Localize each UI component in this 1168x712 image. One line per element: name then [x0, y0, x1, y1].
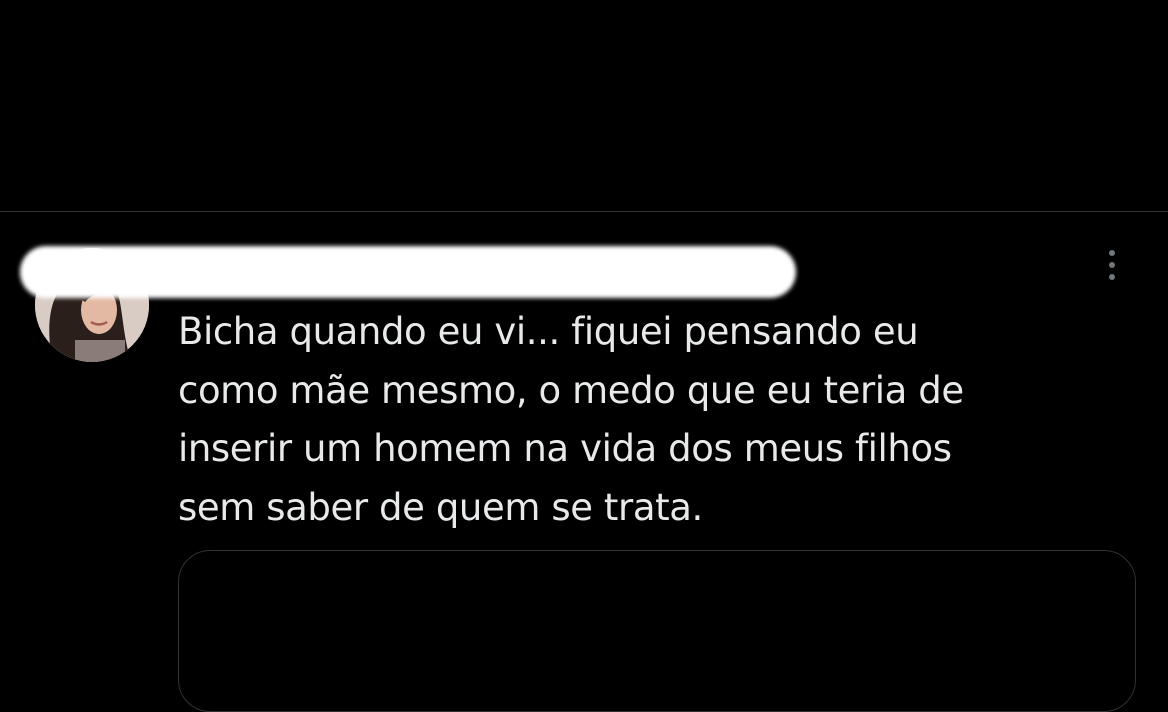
more-options-button[interactable] — [1098, 244, 1126, 286]
quoted-post-card[interactable] — [178, 550, 1136, 712]
redacted-author-name — [20, 246, 796, 298]
more-vertical-icon — [1109, 250, 1115, 256]
tweet-text: Bicha quando eu vi... fiquei pensando eu… — [178, 310, 964, 529]
more-vertical-icon-dot — [1109, 274, 1115, 280]
top-divider — [0, 211, 1168, 212]
more-vertical-icon-dot — [1109, 262, 1115, 268]
